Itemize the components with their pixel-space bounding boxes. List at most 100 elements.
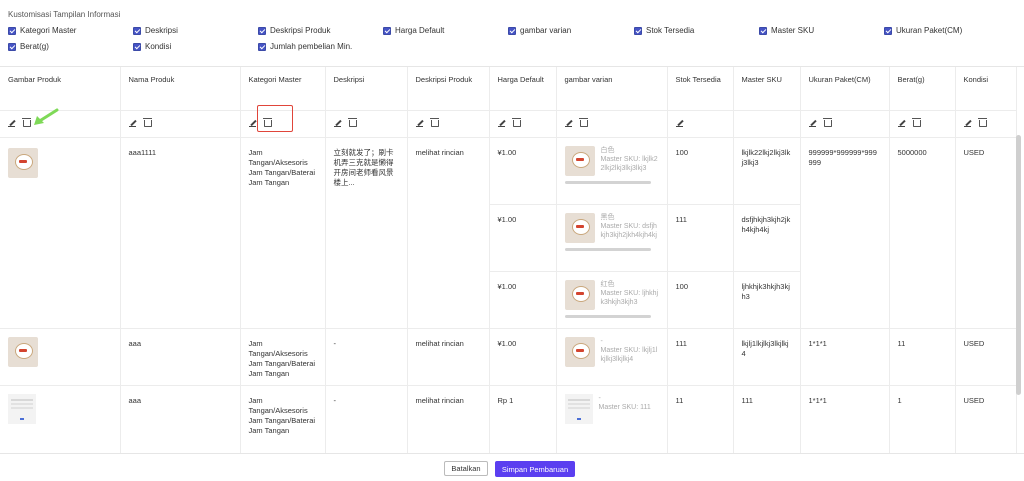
save-button[interactable]: Simpan Pembaruan bbox=[495, 461, 575, 477]
trash-icon[interactable] bbox=[347, 118, 357, 128]
product-desc-link[interactable]: melihat rincian bbox=[407, 385, 490, 454]
checkbox-checked-icon[interactable] bbox=[884, 26, 892, 35]
variant-price: ¥1.00 bbox=[489, 271, 557, 329]
column-header: Deskripsi bbox=[325, 67, 408, 111]
column-header: Master SKU bbox=[733, 67, 801, 111]
variant-name: - bbox=[600, 337, 603, 345]
checkbox-label: Kondisi bbox=[145, 42, 172, 51]
variant-stock: 111 bbox=[667, 328, 734, 386]
trash-icon[interactable] bbox=[142, 118, 152, 128]
annotation-arrow-icon bbox=[34, 108, 59, 125]
column-header: Deskripsi Produk bbox=[407, 67, 490, 111]
variant-stock: 100 bbox=[667, 271, 734, 329]
edit-icon[interactable] bbox=[128, 119, 137, 127]
edit-icon[interactable] bbox=[497, 119, 506, 127]
product-name: aaa bbox=[120, 385, 241, 454]
variant-image bbox=[564, 145, 595, 176]
checkbox-checked-icon[interactable] bbox=[383, 26, 391, 35]
weight: 5000000 bbox=[889, 137, 956, 329]
trash-icon[interactable] bbox=[578, 118, 588, 128]
edit-icon[interactable] bbox=[675, 119, 684, 127]
checkbox-harga-default[interactable]: Harga Default bbox=[383, 25, 444, 36]
trash-icon[interactable] bbox=[911, 118, 921, 128]
display-settings-panel: Kustomisasi Tampilan Informasi Kategori … bbox=[0, 0, 1024, 66]
vertical-scrollbar[interactable] bbox=[1016, 135, 1021, 395]
edit-icon[interactable] bbox=[564, 119, 573, 127]
trash-icon[interactable] bbox=[977, 118, 987, 128]
trash-icon[interactable] bbox=[429, 118, 439, 128]
checkbox-deskripsi[interactable]: Deskripsi bbox=[133, 25, 178, 36]
trash-icon[interactable] bbox=[22, 118, 31, 128]
checkbox-label: Deskripsi bbox=[145, 26, 178, 35]
checkbox-ukuran-paket[interactable]: Ukuran Paket(CM) bbox=[884, 25, 962, 36]
product-desc-link[interactable]: melihat rincian bbox=[407, 328, 490, 386]
checkbox-label: Deskripsi Produk bbox=[270, 26, 331, 35]
product-name: aaa1111 bbox=[120, 137, 241, 329]
product-description: 立刻就发了；刷卡机弄三克就是懒得开房间老师看风景楼上... bbox=[325, 137, 408, 329]
checkbox-checked-icon[interactable] bbox=[133, 26, 141, 35]
product-category: Jam Tangan/Aksesoris Jam Tangan/Baterai … bbox=[240, 328, 326, 386]
checkbox-label: gambar varian bbox=[520, 26, 572, 35]
highlight-annotation-box bbox=[257, 105, 293, 132]
product-table: Gambar Produk Nama Produk Kategori Maste… bbox=[0, 67, 1017, 454]
checkbox-checked-icon[interactable] bbox=[8, 26, 16, 35]
checkbox-checked-icon[interactable] bbox=[634, 26, 642, 35]
edit-icon[interactable] bbox=[963, 119, 972, 127]
variant-price: Rp 1 bbox=[489, 385, 557, 454]
checkbox-berat[interactable]: Berat(g) bbox=[8, 41, 49, 52]
footer-bar: Batalkan Simpan Pembaruan bbox=[0, 453, 1024, 481]
checkbox-checked-icon[interactable] bbox=[759, 26, 767, 35]
column-header: Berat(g) bbox=[889, 67, 956, 111]
checkbox-stok-tersedia[interactable]: Stok Tersedia bbox=[634, 25, 694, 36]
edit-icon[interactable] bbox=[415, 119, 424, 127]
cancel-button[interactable]: Batalkan bbox=[444, 461, 488, 476]
product-image[interactable] bbox=[8, 336, 38, 367]
table-row: aaa1111 Jam Tangan/Aksesoris Jam Tangan/… bbox=[0, 137, 1017, 329]
variant-name: 红色 bbox=[600, 280, 615, 288]
edit-icon[interactable] bbox=[808, 119, 817, 127]
variant-image bbox=[564, 393, 593, 424]
variant-image bbox=[564, 336, 595, 367]
table-row: aaa Jam Tangan/Aksesoris Jam Tangan/Bate… bbox=[0, 385, 1017, 454]
trash-icon[interactable] bbox=[822, 118, 832, 128]
variant-master-sku: dsfjhkjh3kjh2jkh4kjh4kj bbox=[733, 204, 801, 272]
edit-icon[interactable] bbox=[897, 119, 906, 127]
checkbox-checked-icon[interactable] bbox=[258, 26, 266, 35]
variant-master-sku: 111 bbox=[733, 385, 801, 454]
variant-scrollbar[interactable] bbox=[564, 180, 651, 184]
variant-scrollbar[interactable] bbox=[564, 247, 651, 251]
variant-image bbox=[564, 212, 595, 243]
edit-icon[interactable] bbox=[333, 119, 342, 127]
variant-price: ¥1.00 bbox=[489, 137, 557, 205]
product-image[interactable] bbox=[8, 147, 38, 178]
checkbox-deskripsi-produk[interactable]: Deskripsi Produk bbox=[258, 25, 330, 36]
edit-icon[interactable] bbox=[8, 119, 16, 127]
product-image[interactable] bbox=[8, 393, 36, 424]
variant-sku: Master SKU: ljhkhjk3hkjh3kjh3 bbox=[600, 289, 659, 306]
variant-image bbox=[564, 279, 595, 310]
table-header-row: Gambar Produk Nama Produk Kategori Maste… bbox=[0, 67, 1017, 111]
variant-scrollbar[interactable] bbox=[564, 314, 651, 318]
checkbox-gambar-varian[interactable]: gambar varian bbox=[508, 25, 571, 36]
checkbox-checked-icon[interactable] bbox=[508, 26, 516, 35]
checkbox-kondisi[interactable]: Kondisi bbox=[133, 41, 171, 52]
edit-icon[interactable] bbox=[248, 119, 257, 127]
checkbox-kategori-master[interactable]: Kategori Master bbox=[8, 25, 76, 36]
column-header: Ukuran Paket(CM) bbox=[800, 67, 890, 111]
product-desc-link[interactable]: melihat rincian bbox=[407, 137, 490, 329]
package-size: 999999*999999*999999 bbox=[800, 137, 890, 329]
checkbox-checked-icon[interactable] bbox=[258, 42, 266, 51]
checkbox-label: Harga Default bbox=[395, 26, 445, 35]
weight: 1 bbox=[889, 385, 956, 454]
checkbox-jumlah-pembelian-min[interactable]: Jumlah pembelian Min. bbox=[258, 41, 352, 52]
trash-icon[interactable] bbox=[511, 118, 521, 128]
checkbox-label: Berat(g) bbox=[20, 42, 49, 51]
checkbox-master-sku[interactable]: Master SKU bbox=[759, 25, 814, 36]
package-size: 1*1*1 bbox=[800, 328, 890, 386]
product-category: Jam Tangan/Aksesoris Jam Tangan/Baterai … bbox=[240, 385, 326, 454]
column-header: Kondisi bbox=[955, 67, 1017, 111]
variant-master-sku: lkjlk22lkj2lkj3lkj3lkj3 bbox=[733, 137, 801, 205]
variant-stock: 111 bbox=[667, 204, 734, 272]
checkbox-checked-icon[interactable] bbox=[8, 42, 16, 51]
checkbox-checked-icon[interactable] bbox=[133, 42, 141, 51]
